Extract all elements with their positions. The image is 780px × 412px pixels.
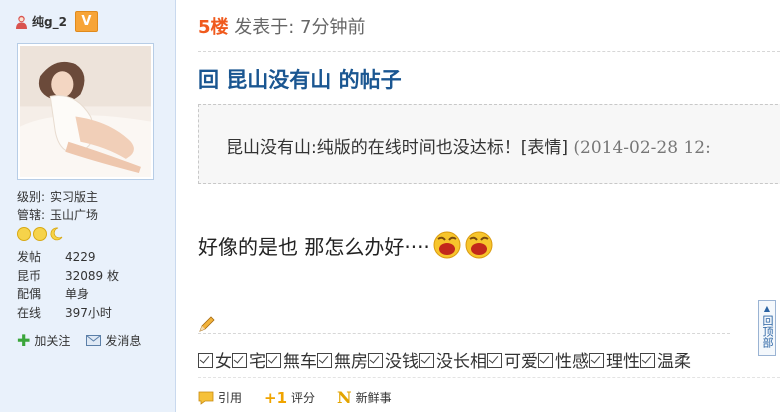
- message-label: 发消息: [105, 334, 142, 348]
- rank-value: 实习版主: [50, 190, 99, 204]
- post-meta: 5楼 发表于: 7分钟前: [198, 13, 366, 39]
- tag-item: 無车: [266, 352, 317, 372]
- username-row: 纯g_2 V: [15, 11, 98, 32]
- back-to-top-button[interactable]: ▲ 回顶部: [758, 300, 776, 356]
- tag-item: 没钱: [368, 352, 419, 372]
- pencil-icon: [199, 316, 215, 332]
- user-info: 级别: 实习版主 管辖: 玉山广场: [17, 188, 98, 224]
- back-to-top-label: 回顶部: [761, 315, 774, 348]
- crying-face-icon: [433, 231, 461, 259]
- divider: [198, 51, 780, 52]
- crying-face-icon: [465, 231, 493, 259]
- tag-item: 無房: [317, 352, 368, 372]
- stat-value: 单身: [65, 287, 90, 301]
- fresh-news-button[interactable]: N 新鲜事: [337, 388, 392, 407]
- stat-label: 配偶: [17, 287, 42, 301]
- message-button[interactable]: 发消息: [86, 332, 141, 349]
- level-icons: [17, 227, 63, 241]
- tag-item: 可爱: [487, 352, 538, 372]
- tag-item: 温柔: [640, 352, 691, 372]
- rate-label: 评分: [291, 391, 316, 405]
- follow-label: 加关注: [34, 334, 71, 348]
- post-title: 回 昆山没有山 的帖子: [198, 68, 402, 92]
- mail-icon: [86, 335, 102, 346]
- checkbox-icon: [589, 353, 604, 368]
- up-arrow-icon: ▲: [763, 304, 771, 313]
- stat-row: 发帖 4229: [17, 248, 119, 267]
- sun-face-icon: [17, 227, 31, 241]
- stat-label: 昆币: [17, 268, 42, 283]
- manage-label: 管辖:: [17, 208, 46, 222]
- stat-value: 4229: [65, 250, 96, 264]
- follow-button[interactable]: ✚ 加关注: [17, 332, 70, 349]
- rank-label: 级别:: [17, 190, 46, 204]
- username[interactable]: 纯g_2: [32, 13, 67, 30]
- stat-row: 在线 397小时: [17, 304, 119, 323]
- floor-number[interactable]: 5楼: [198, 17, 229, 38]
- vip-badge: V: [74, 11, 98, 32]
- checkbox-icon: [640, 353, 655, 368]
- quote-label: 引用: [218, 391, 243, 405]
- avatar[interactable]: [17, 43, 154, 180]
- sun-face-icon: [33, 227, 47, 241]
- post-content: 好像的是也 那怎么办好····: [198, 230, 494, 260]
- user-actions: ✚ 加关注 发消息: [17, 332, 141, 349]
- tag-item: 没长相: [419, 352, 487, 372]
- checkbox-icon: [232, 353, 247, 368]
- user-sidebar: 纯g_2 V 级别: 实习版主 管辖: 玉山广场 发帖 4229 昆币 3208…: [0, 0, 176, 412]
- tag-item: 理性: [589, 352, 640, 372]
- signature-tags: 女宅無车 無房 没钱 没长相 可爱 性感 理性 温柔: [198, 347, 691, 372]
- checkbox-icon: [317, 353, 332, 368]
- fresh-news-label: 新鲜事: [355, 391, 392, 405]
- post-actions: 引用 +1 评分 N 新鲜事: [198, 388, 392, 407]
- plus-icon: ✚: [17, 330, 31, 350]
- post-main: 5楼 发表于: 7分钟前 回 昆山没有山 的帖子 昆山没有山:纯版的在线时间也没…: [176, 0, 780, 412]
- speech-bubble-icon: [198, 391, 214, 405]
- stat-row: 昆币 32089 枚: [17, 267, 119, 286]
- quote-text-line: 昆山没有山:纯版的在线时间也没达标！[表情] (2014-02-28 12:: [226, 133, 711, 158]
- checkbox-icon: [198, 353, 213, 368]
- checkbox-icon: [419, 353, 434, 368]
- quote-text: 昆山没有山:纯版的在线时间也没达标！[表情]: [226, 138, 574, 158]
- tag-item: 宅: [232, 352, 266, 372]
- manage-value[interactable]: 玉山广场: [50, 206, 98, 224]
- post-content-text: 好像的是也 那怎么办好····: [198, 234, 430, 259]
- divider: [198, 377, 780, 378]
- stat-label: 发帖: [17, 250, 42, 264]
- rank-row: 级别: 实习版主: [17, 188, 98, 206]
- avatar-image: [20, 46, 151, 177]
- tag-item: 性感: [538, 352, 589, 372]
- quote-time: (2014-02-28 12:: [573, 138, 711, 158]
- posted-time: 发表于: 7分钟前: [234, 17, 366, 38]
- quote-button[interactable]: 引用: [198, 388, 242, 407]
- quote-block: 昆山没有山:纯版的在线时间也没达标！[表情] (2014-02-28 12:: [198, 104, 780, 184]
- divider: [198, 333, 730, 334]
- stat-value: 32089 枚: [65, 268, 119, 283]
- user-stats: 发帖 4229 昆币 32089 枚 配偶 单身 在线 397小时: [17, 248, 119, 322]
- stat-label: 在线: [17, 305, 42, 320]
- stat-value: 397小时: [65, 305, 112, 320]
- n-icon: N: [337, 388, 352, 407]
- plus-one-icon: +1: [264, 388, 288, 407]
- checkbox-icon: [368, 353, 383, 368]
- checkbox-icon: [266, 353, 281, 368]
- stat-row: 配偶 单身: [17, 285, 119, 304]
- rate-button[interactable]: +1 评分: [264, 388, 315, 407]
- manage-row: 管辖: 玉山广场: [17, 206, 98, 224]
- checkbox-icon: [538, 353, 553, 368]
- moon-icon: [50, 227, 63, 241]
- tag-item: 女: [198, 352, 232, 372]
- user-icon: [16, 15, 27, 29]
- checkbox-icon: [487, 353, 502, 368]
